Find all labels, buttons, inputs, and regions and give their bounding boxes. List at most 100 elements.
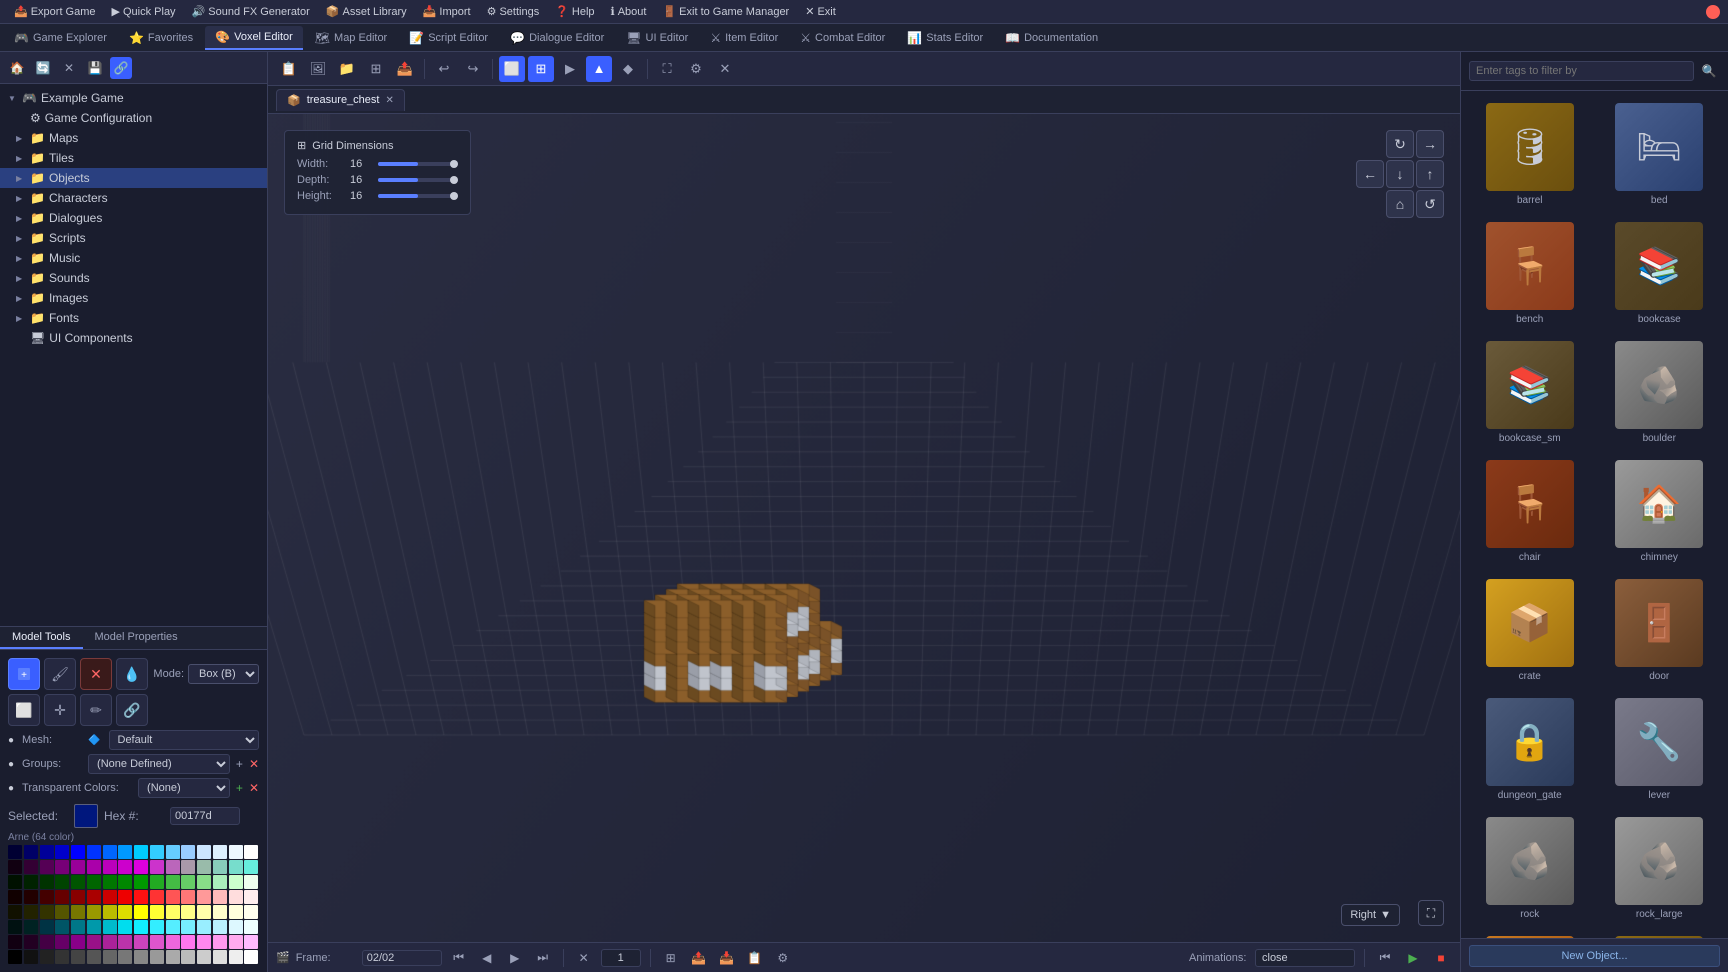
color-cell[interactable] (134, 860, 148, 874)
color-cell[interactable] (166, 875, 180, 889)
color-cell[interactable] (118, 845, 132, 859)
color-cell[interactable] (118, 950, 132, 964)
width-slider[interactable] (378, 162, 458, 166)
asset-item-boulder[interactable]: 🪨 boulder (1599, 337, 1721, 448)
vp-close-button[interactable]: ✕ (712, 56, 738, 82)
asset-item-lever[interactable]: 🔧 lever (1599, 694, 1721, 805)
color-cell[interactable] (8, 905, 22, 919)
frame-import-button[interactable]: 📥 (716, 947, 738, 969)
frame-remove-button[interactable]: ✕ (573, 947, 595, 969)
color-cell[interactable] (197, 905, 211, 919)
color-cell[interactable] (244, 845, 258, 859)
transparent-add-button[interactable]: + (236, 781, 243, 795)
menu-sound-fx[interactable]: 🔊 Sound FX Generator (186, 3, 316, 20)
tree-item-scripts[interactable]: ▶ 📁 Scripts (0, 228, 267, 248)
color-cell[interactable] (181, 890, 195, 904)
frame-export-button[interactable]: 📤 (688, 947, 710, 969)
color-cell[interactable] (197, 845, 211, 859)
vp-export-button[interactable]: 📤 (392, 56, 418, 82)
color-cell[interactable] (166, 845, 180, 859)
color-cell[interactable] (24, 860, 38, 874)
color-cell[interactable] (150, 875, 164, 889)
color-cell[interactable] (181, 935, 195, 949)
vp-fill-button[interactable]: ◆ (615, 56, 641, 82)
color-cell[interactable] (213, 920, 227, 934)
color-cell[interactable] (24, 875, 38, 889)
color-cell[interactable] (8, 920, 22, 934)
tree-item-game-config[interactable]: ⚙ Game Configuration (0, 108, 267, 128)
color-cell[interactable] (87, 905, 101, 919)
color-cell[interactable] (118, 890, 132, 904)
tab-ui-editor[interactable]: 🖥 UI Editor (616, 27, 698, 49)
asset-item-bookcase-sm[interactable]: 📚 bookcase_sm (1469, 337, 1591, 448)
tree-item-characters[interactable]: ▶ 📁 Characters (0, 188, 267, 208)
menu-import[interactable]: 📥 Import (417, 3, 477, 20)
vp-grid-mode-button[interactable]: ⊞ (528, 56, 554, 82)
color-cell[interactable] (24, 935, 38, 949)
asset-item-bookcase[interactable]: 📚 bookcase (1599, 218, 1721, 329)
nav-rotate-right-button[interactable]: ↺ (1416, 190, 1444, 218)
color-cell[interactable] (213, 905, 227, 919)
color-cell[interactable] (24, 950, 38, 964)
tool-move[interactable]: ✛ (44, 694, 76, 726)
vp-settings-button[interactable]: ⚙ (683, 56, 709, 82)
tool-pencil[interactable]: ✏ (80, 694, 112, 726)
nav-up-button[interactable]: ↑ (1416, 160, 1444, 188)
color-cell[interactable] (103, 935, 117, 949)
tree-item-maps[interactable]: ▶ 📁 Maps (0, 128, 267, 148)
color-cell[interactable] (134, 890, 148, 904)
color-cell[interactable] (55, 935, 69, 949)
mesh-dropdown[interactable]: Default (109, 730, 260, 750)
frame-last-button[interactable]: ⏭ (532, 947, 554, 969)
vp-undo-button[interactable]: ↩ (431, 56, 457, 82)
tab-close-button[interactable]: ✕ (385, 95, 393, 106)
menu-about[interactable]: ℹ About (605, 3, 653, 20)
anim-play-button[interactable]: ▶ (1402, 947, 1424, 969)
nav-right-button[interactable]: → (1416, 130, 1444, 158)
color-cell[interactable] (87, 950, 101, 964)
tree-item-dialogues[interactable]: ▶ 📁 Dialogues (0, 208, 267, 228)
color-cell[interactable] (8, 860, 22, 874)
color-cell[interactable] (229, 920, 243, 934)
color-cell[interactable] (71, 935, 85, 949)
search-icon-button[interactable]: 🔍 (1698, 60, 1720, 82)
color-cell[interactable] (150, 860, 164, 874)
color-cell[interactable] (213, 860, 227, 874)
color-cell[interactable] (103, 875, 117, 889)
color-cell[interactable] (8, 875, 22, 889)
color-cell[interactable] (134, 905, 148, 919)
color-cell[interactable] (103, 950, 117, 964)
color-cell[interactable] (197, 875, 211, 889)
nav-down-button[interactable]: ↓ (1386, 160, 1414, 188)
nav-left-button[interactable]: ← (1356, 160, 1384, 188)
color-cell[interactable] (24, 905, 38, 919)
color-cell[interactable] (40, 950, 54, 964)
model-properties-tab[interactable]: Model Properties (83, 627, 190, 649)
selected-color-swatch[interactable] (74, 804, 98, 828)
color-cell[interactable] (197, 935, 211, 949)
color-cell[interactable] (181, 905, 195, 919)
tool-link[interactable]: 🔗 (116, 694, 148, 726)
color-cell[interactable] (229, 905, 243, 919)
color-cell[interactable] (213, 845, 227, 859)
color-cell[interactable] (213, 875, 227, 889)
sidebar-save-button[interactable]: 💾 (84, 57, 106, 79)
tree-item-sounds[interactable]: ▶ 📁 Sounds (0, 268, 267, 288)
color-cell[interactable] (150, 920, 164, 934)
tab-documentation[interactable]: 📖 Documentation (995, 27, 1108, 49)
color-cell[interactable] (118, 875, 132, 889)
color-cell[interactable] (244, 920, 258, 934)
vp-fullscreen-button[interactable]: ⛶ (654, 56, 680, 82)
tab-combat-editor[interactable]: ⚔ Combat Editor (790, 27, 895, 49)
asset-item-crate[interactable]: 📦 crate (1469, 575, 1591, 686)
color-cell[interactable] (134, 875, 148, 889)
tree-root-item[interactable]: ▼ 🎮 Example Game (0, 88, 267, 108)
color-cell[interactable] (244, 890, 258, 904)
hex-input[interactable] (170, 807, 240, 825)
vp-box-select-button[interactable]: ⬜ (499, 56, 525, 82)
sidebar-close-button[interactable]: ✕ (58, 57, 80, 79)
color-cell[interactable] (134, 935, 148, 949)
menu-exit-game-manager[interactable]: 🚪 Exit to Game Manager (656, 3, 795, 20)
color-cell[interactable] (244, 875, 258, 889)
color-cell[interactable] (134, 950, 148, 964)
